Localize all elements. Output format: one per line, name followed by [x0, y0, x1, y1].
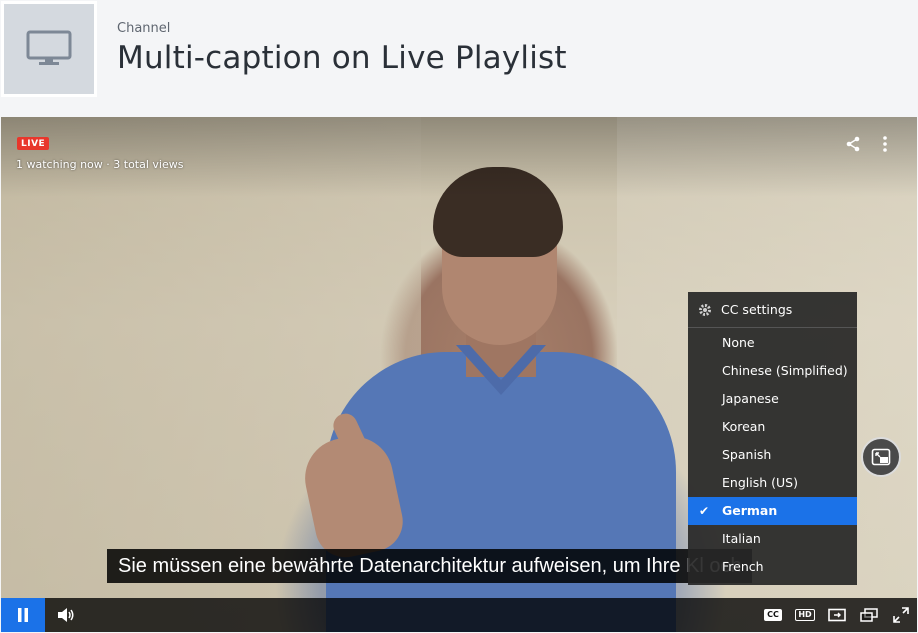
cc-option-none[interactable]: None: [688, 329, 857, 357]
cc-option-label: Japanese: [722, 391, 779, 406]
viewer-count: 1 watching now · 3 total views: [16, 158, 184, 171]
cc-settings-item[interactable]: CC settings: [688, 292, 857, 328]
control-bar: CC HD: [1, 598, 917, 632]
more-options-button[interactable]: [875, 134, 895, 154]
popout-button[interactable]: [859, 605, 879, 625]
channel-label: Channel: [117, 21, 171, 36]
theater-mode-button[interactable]: [827, 605, 847, 625]
cc-option-label: Italian: [722, 531, 761, 546]
cc-option-label: French: [722, 559, 764, 574]
volume-icon: [58, 608, 74, 622]
theater-icon: [828, 608, 846, 622]
cc-option-italian[interactable]: Italian: [688, 525, 857, 553]
live-badge: LIVE: [17, 137, 50, 150]
share-button[interactable]: [843, 134, 863, 154]
channel-header: Channel Multi-caption on Live Playlist: [0, 0, 918, 117]
hd-badge: HD: [795, 609, 815, 621]
cc-button[interactable]: CC: [763, 605, 783, 625]
cc-settings-label: CC settings: [721, 302, 793, 317]
check-icon: ✔: [699, 504, 710, 518]
cc-option-french[interactable]: French: [688, 553, 857, 581]
subtitle-caption: Sie müssen eine bewährte Datenarchitektu…: [107, 549, 752, 583]
cc-option-label: Korean: [722, 419, 766, 434]
cc-option-english-us[interactable]: English (US): [688, 469, 857, 497]
cc-menu: CC settings None Chinese (Simplified) Ja…: [688, 292, 857, 585]
popout-icon: [860, 608, 878, 622]
page-title: Multi-caption on Live Playlist: [117, 40, 567, 76]
cc-option-korean[interactable]: Korean: [688, 413, 857, 441]
share-icon: [846, 136, 860, 152]
cc-option-chinese[interactable]: Chinese (Simplified): [688, 357, 857, 385]
monitor-icon: [26, 30, 72, 65]
cc-option-german[interactable]: ✔ German: [688, 497, 857, 525]
cc-option-label: Spanish: [722, 447, 772, 462]
fullscreen-button[interactable]: [891, 605, 911, 625]
hd-button[interactable]: HD: [795, 605, 815, 625]
pause-icon: [18, 608, 28, 622]
more-vertical-icon: [883, 136, 887, 152]
cc-option-label: Chinese (Simplified): [722, 363, 848, 378]
pause-button[interactable]: [1, 598, 45, 632]
cc-option-label: None: [722, 335, 755, 350]
cc-option-japanese[interactable]: Japanese: [688, 385, 857, 413]
fullscreen-icon: [893, 607, 909, 623]
volume-button[interactable]: [55, 605, 77, 625]
pip-icon: [871, 448, 891, 466]
picture-in-picture-button[interactable]: [861, 437, 901, 477]
cc-option-label: English (US): [722, 475, 798, 490]
cc-option-label: German: [722, 503, 778, 518]
cc-badge: CC: [764, 609, 782, 621]
cc-option-spanish[interactable]: Spanish: [688, 441, 857, 469]
gear-icon: [699, 303, 711, 316]
top-gradient: [1, 117, 917, 197]
channel-thumbnail: [4, 4, 94, 94]
video-player[interactable]: LIVE 1 watching now · 3 total views Sie …: [1, 117, 917, 632]
